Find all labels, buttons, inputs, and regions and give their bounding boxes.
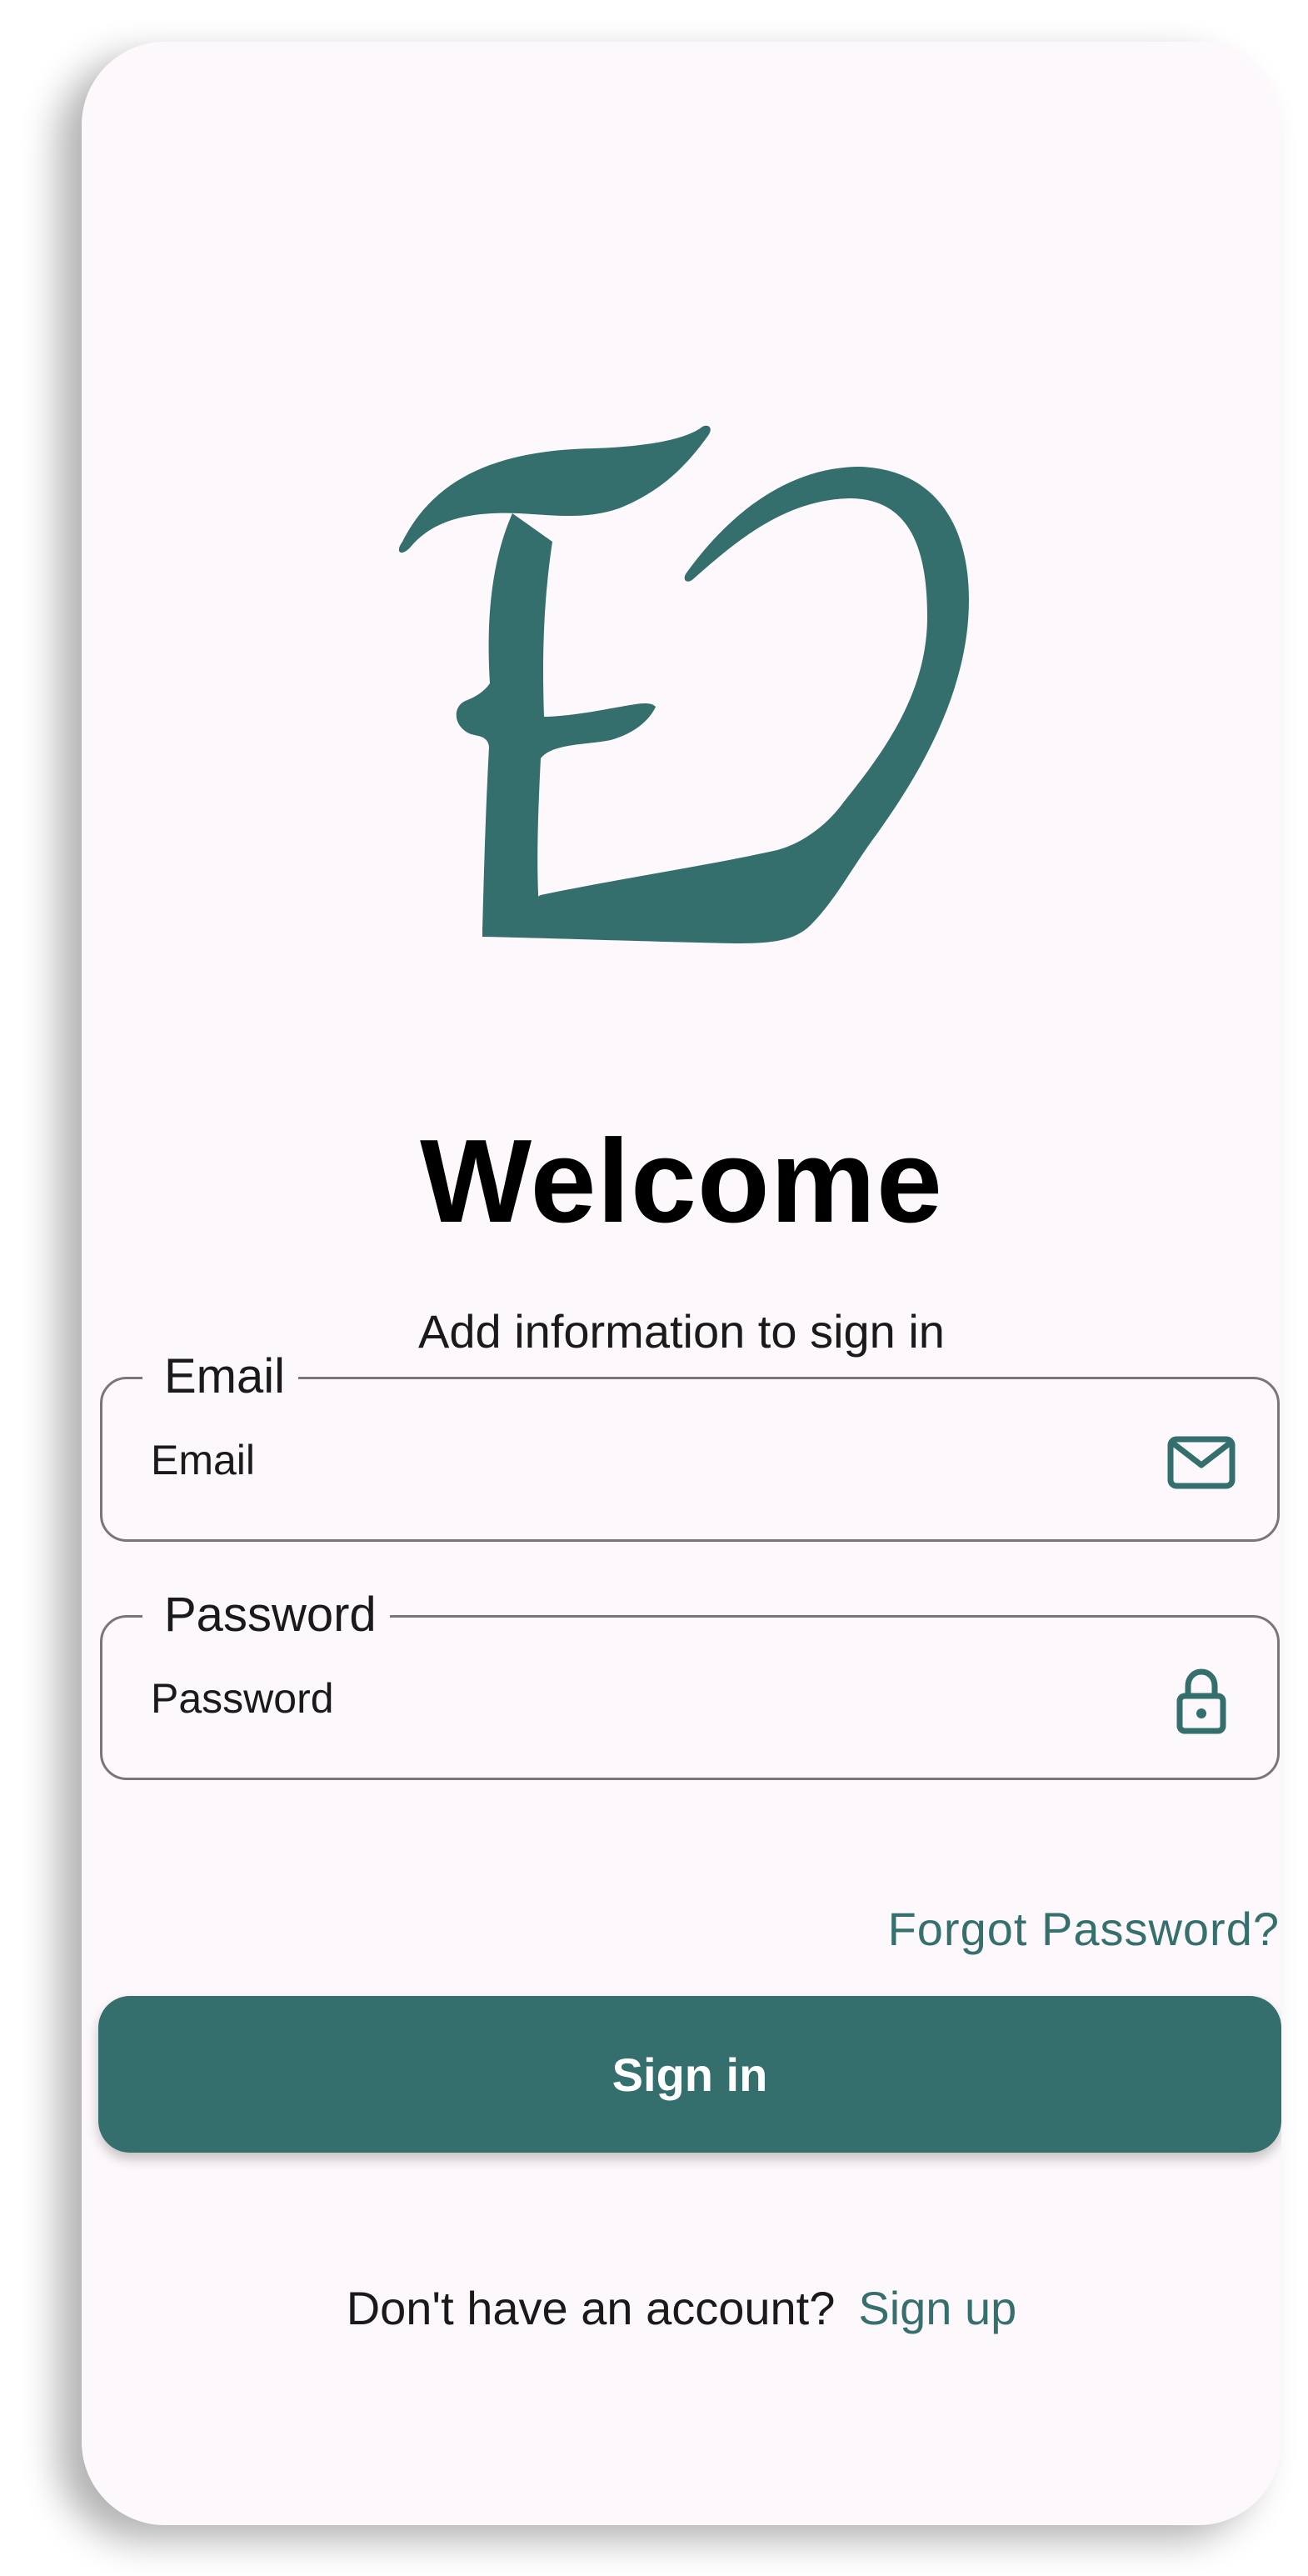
- phone-screen: Welcome Add information to sign in Email…: [82, 42, 1281, 2525]
- forgot-password-link[interactable]: Forgot Password?: [888, 1900, 1280, 1958]
- lock-icon: [1176, 1668, 1226, 1734]
- sign-up-link[interactable]: Sign up: [858, 2282, 1016, 2334]
- password-placeholder[interactable]: Password: [151, 1669, 334, 1728]
- password-label: Password: [142, 1586, 390, 1644]
- email-label: Email: [142, 1348, 299, 1406]
- email-field[interactable]: Email Email: [100, 1348, 1280, 1542]
- signup-prompt: Don't have an account?: [346, 2282, 836, 2334]
- email-placeholder[interactable]: Email: [151, 1431, 255, 1489]
- signup-row: Don't have an account? Sign up: [82, 2279, 1281, 2338]
- sign-in-button[interactable]: Sign in: [98, 1996, 1281, 2153]
- mail-icon: [1167, 1436, 1236, 1489]
- password-field[interactable]: Password Password: [100, 1586, 1280, 1780]
- welcome-title: Welcome: [420, 1115, 943, 1248]
- ed-monogram-logo: [398, 425, 969, 943]
